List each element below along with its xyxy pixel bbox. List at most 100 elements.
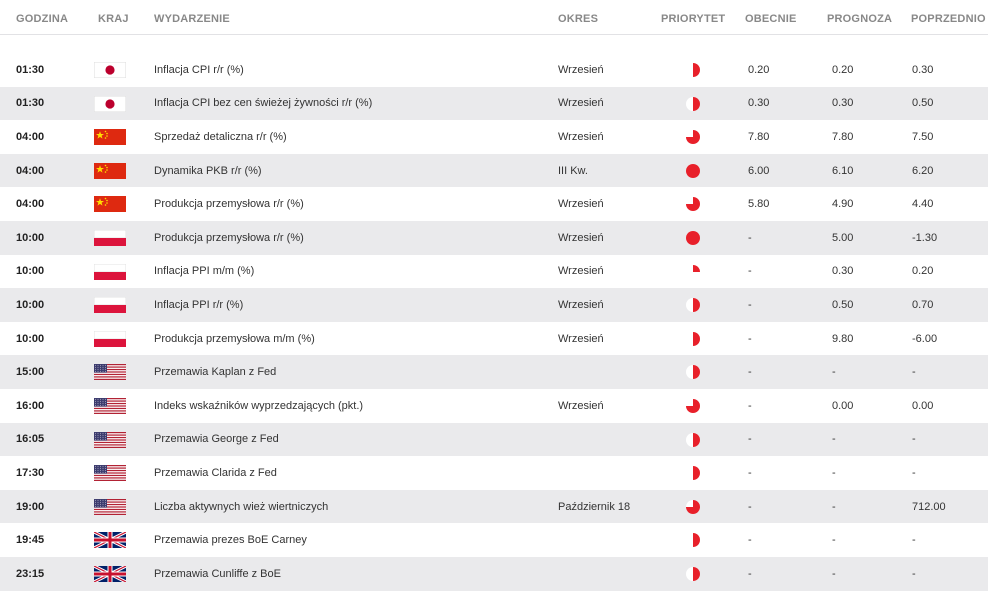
table-row[interactable]: 16:00 Indeks wskaźników wyprzedzających (… xyxy=(0,388,988,423)
actual-value: - xyxy=(748,366,752,379)
event-time: 04:00 xyxy=(16,164,45,177)
event-name[interactable]: Przemawia Clarida z Fed xyxy=(154,467,277,479)
header-previous[interactable]: POPRZEDNIO xyxy=(911,13,986,25)
actual-value: 0.20 xyxy=(748,63,770,76)
event-time: 10:00 xyxy=(16,265,45,278)
previous-value: - xyxy=(912,534,916,547)
event-name[interactable]: Indeks wskaźników wyprzedzających (pkt.) xyxy=(154,400,363,412)
poland-flag-icon xyxy=(94,297,126,314)
previous-value: -6.00 xyxy=(912,332,938,345)
forecast-value: - xyxy=(832,567,836,580)
table-row[interactable]: 01:30 Inflacja CPI bez cen świeżej żywnoś… xyxy=(0,86,988,121)
uk-flag-icon xyxy=(94,532,126,549)
event-period: Wrzesień xyxy=(558,63,604,76)
table-row[interactable]: 04:00 Produkcja przemysłowa r/r (%) Wrzesi… xyxy=(0,187,988,221)
event-name[interactable]: Sprzedaż detaliczna r/r (%) xyxy=(154,131,287,143)
event-name[interactable]: Liczba aktywnych wież wiertniczych xyxy=(154,501,328,513)
table-row[interactable]: 01:30 Inflacja CPI r/r (%) Wrzesień 0.20 0.2… xyxy=(0,53,988,87)
actual-value: - xyxy=(748,298,752,311)
priority-pie-icon xyxy=(686,298,700,313)
forecast-value: 0.50 xyxy=(832,298,854,311)
event-name[interactable]: Przemawia Cunliffe z BoE xyxy=(154,568,281,580)
poland-flag-icon xyxy=(94,330,126,347)
table-row[interactable]: 15:00 Przemawia Kaplan z Fed - - - xyxy=(0,355,988,389)
uk-flag-icon xyxy=(94,565,126,582)
poland-flag-icon xyxy=(94,229,126,246)
actual-value: 0.30 xyxy=(748,97,770,110)
event-time: 01:30 xyxy=(16,63,45,76)
usa-flag-icon xyxy=(94,397,126,414)
header-priority[interactable]: PRIORYTET xyxy=(661,13,725,25)
table-row[interactable]: 19:45 Przemawia prezes BoE Carney - - - xyxy=(0,523,988,557)
event-name[interactable]: Produkcja przemysłowa r/r (%) xyxy=(154,198,304,210)
priority-pie-icon xyxy=(686,197,700,212)
table-row[interactable]: 10:00 Produkcja przemysłowa r/r (%) Wrzesi… xyxy=(0,220,988,255)
priority-pie-icon xyxy=(686,466,700,481)
event-period: Wrzesień xyxy=(558,298,604,311)
actual-value: - xyxy=(748,500,752,513)
actual-value: - xyxy=(748,231,752,244)
forecast-value: 0.30 xyxy=(832,265,854,278)
previous-value: 0.20 xyxy=(912,265,934,278)
actual-value: - xyxy=(748,534,752,547)
table-row[interactable]: 10:00 Inflacja PPI r/r (%) Wrzesień - 0.50 0.… xyxy=(0,288,988,322)
china-flag-icon xyxy=(94,196,126,213)
event-time: 23:15 xyxy=(16,567,45,580)
header-forecast[interactable]: PROGNOZA xyxy=(827,13,892,25)
event-name[interactable]: Przemawia Kaplan z Fed xyxy=(154,366,276,378)
table-row[interactable]: 10:00 Produkcja przemysłowa m/m (%) Wrzesi… xyxy=(0,321,988,356)
header-event[interactable]: WYDARZENIE xyxy=(154,13,230,25)
priority-pie-icon xyxy=(686,566,700,581)
table-row[interactable]: 04:00 Dynamika PKB r/r (%) III Kw. 6.00 6.10… xyxy=(0,153,988,188)
event-time: 15:00 xyxy=(16,366,45,379)
table-row[interactable]: 04:00 Sprzedaż detaliczna r/r (%) Wrzesień… xyxy=(0,120,988,154)
previous-value: - xyxy=(912,567,916,580)
forecast-value: 7.80 xyxy=(832,130,854,143)
usa-flag-icon xyxy=(94,431,126,448)
event-name[interactable]: Dynamika PKB r/r (%) xyxy=(154,165,262,177)
table-row[interactable]: 17:30 Przemawia Clarida z Fed - - - xyxy=(0,456,988,490)
header-country[interactable]: KRAJ xyxy=(98,13,129,25)
previous-value: 4.40 xyxy=(912,198,934,211)
event-name[interactable]: Produkcja przemysłowa m/m (%) xyxy=(154,333,315,345)
header-time[interactable]: GODZINA xyxy=(16,13,68,25)
forecast-value: 0.20 xyxy=(832,63,854,76)
priority-pie-icon xyxy=(686,63,700,77)
event-period: Wrzesień xyxy=(558,97,604,110)
table-row[interactable]: 16:05 Przemawia George z Fed - - - xyxy=(0,422,988,457)
priority-pie-icon xyxy=(686,398,700,413)
table-row[interactable]: 23:15 Przemawia Cunliffe z BoE - - - xyxy=(0,556,988,591)
actual-value: - xyxy=(748,332,752,345)
header-period[interactable]: OKRES xyxy=(558,13,598,25)
priority-pie-icon xyxy=(686,130,700,145)
japan-flag-icon xyxy=(94,95,126,112)
usa-flag-icon xyxy=(94,498,126,515)
event-name[interactable]: Inflacja CPI r/r (%) xyxy=(154,64,244,76)
event-name[interactable]: Inflacja PPI r/r (%) xyxy=(154,299,243,311)
table-row[interactable]: 19:00 Liczba aktywnych wież wiertniczych P… xyxy=(0,489,988,524)
event-name[interactable]: Przemawia prezes BoE Carney xyxy=(154,534,307,546)
previous-value: -1.30 xyxy=(912,231,938,244)
forecast-value: - xyxy=(832,466,836,479)
actual-value: - xyxy=(748,433,752,446)
header-spacer xyxy=(0,35,988,53)
japan-flag-icon xyxy=(94,62,126,78)
actual-value: - xyxy=(748,466,752,479)
header-actual[interactable]: OBECNIE xyxy=(745,13,797,25)
actual-value: 5.80 xyxy=(748,198,770,211)
event-name[interactable]: Inflacja CPI bez cen świeżej żywności r/… xyxy=(154,97,372,109)
table-header: GODZINA KRAJ WYDARZENIE OKRES PRIORYTET … xyxy=(0,0,988,35)
event-time: 19:45 xyxy=(16,534,45,547)
actual-value: - xyxy=(748,567,752,580)
event-name[interactable]: Inflacja PPI m/m (%) xyxy=(154,265,254,277)
previous-value: 0.70 xyxy=(912,298,934,311)
priority-pie-icon xyxy=(686,163,700,178)
event-time: 16:00 xyxy=(16,399,45,412)
economic-calendar-table: GODZINA KRAJ WYDARZENIE OKRES PRIORYTET … xyxy=(0,0,988,591)
event-name[interactable]: Produkcja przemysłowa r/r (%) xyxy=(154,232,304,244)
forecast-value: 0.30 xyxy=(832,97,854,110)
previous-value: - xyxy=(912,433,916,446)
event-time: 10:00 xyxy=(16,298,45,311)
table-row[interactable]: 10:00 Inflacja PPI m/m (%) Wrzesień - 0.30 0.… xyxy=(0,254,988,289)
event-name[interactable]: Przemawia George z Fed xyxy=(154,433,279,445)
